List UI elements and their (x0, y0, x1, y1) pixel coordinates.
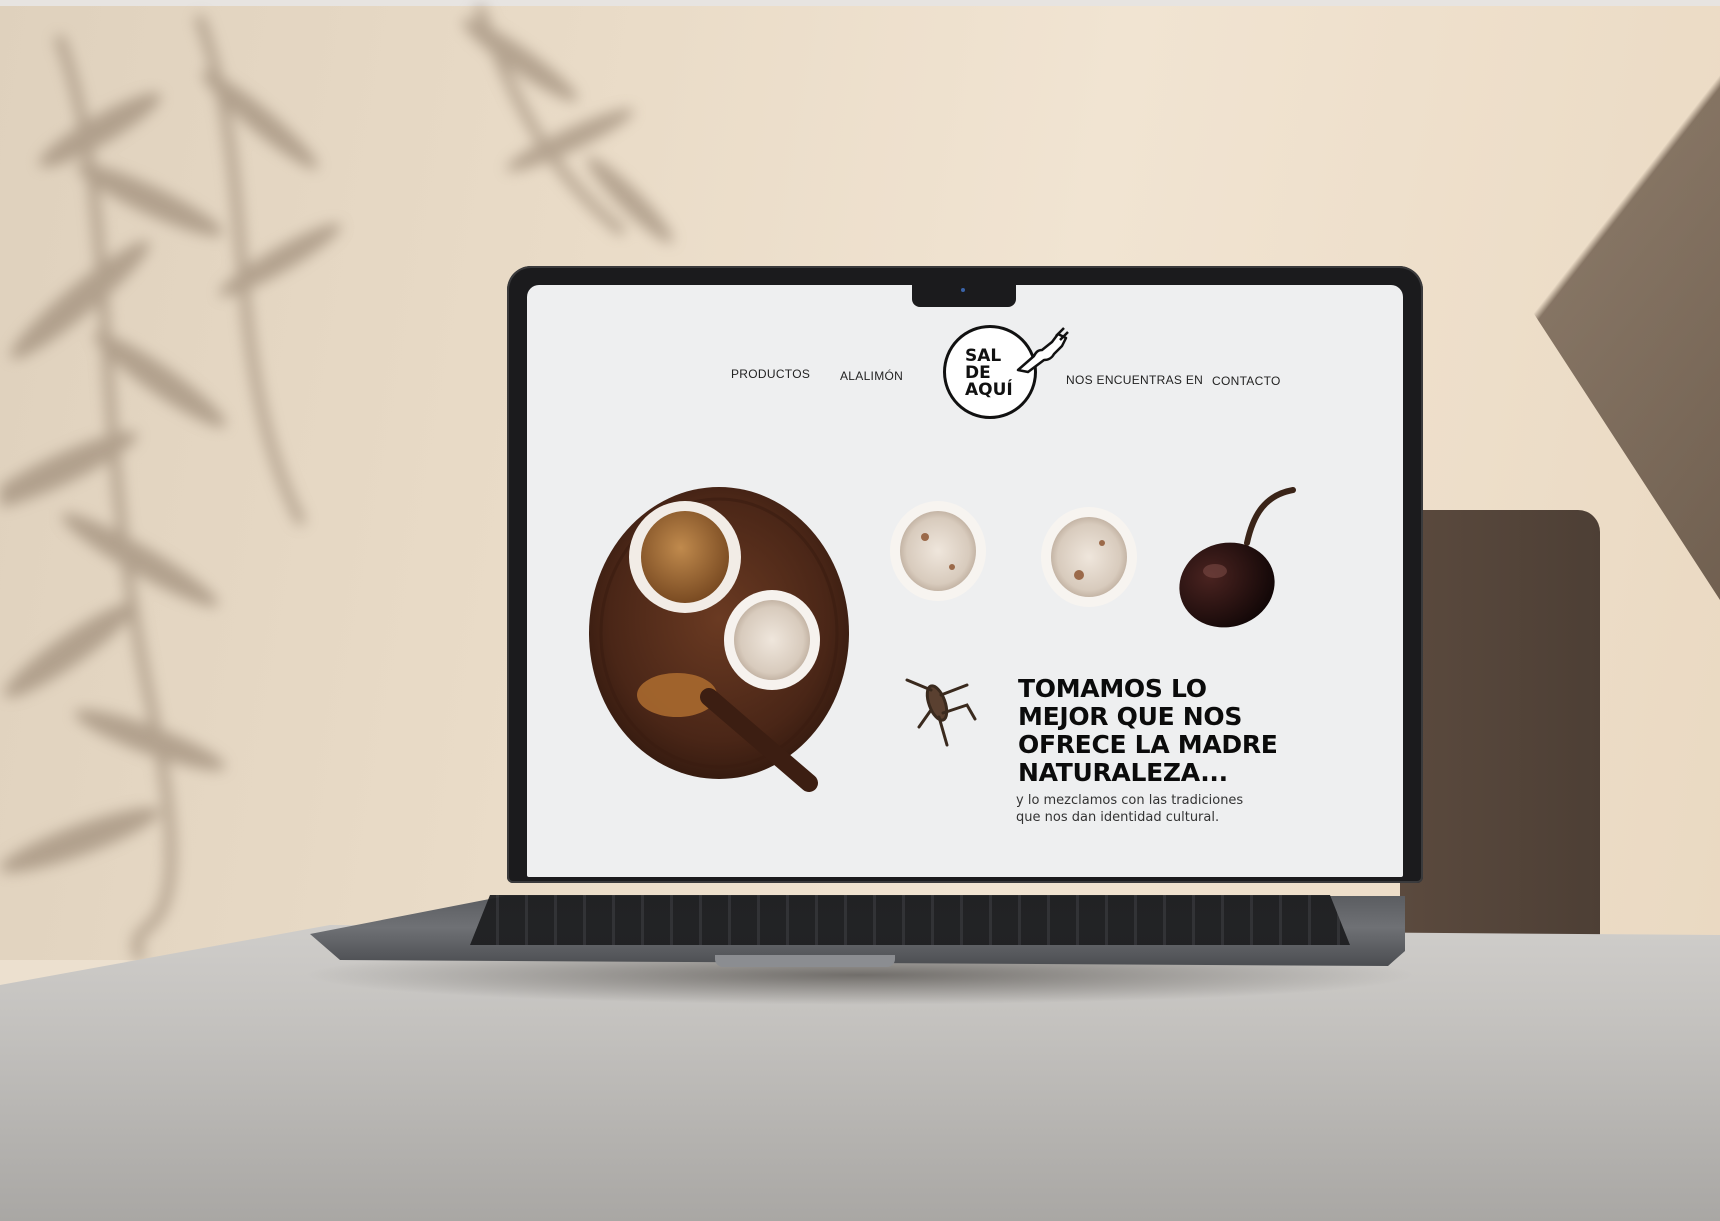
webcam (961, 288, 965, 292)
chile-pepper (1179, 542, 1275, 628)
nav-nos-encuentras-en[interactable]: NOS ENCUENTRAS EN (1066, 373, 1203, 387)
nav-alalimon[interactable]: ALALIMÓN (840, 369, 903, 383)
hero-subheadline: y lo mezclamos con las tradiciones que n… (1016, 793, 1244, 825)
keyboard (470, 895, 1350, 945)
grasshopper (905, 678, 977, 747)
nav-productos[interactable]: PRODUCTOS (731, 367, 810, 381)
nav-contacto[interactable]: CONTACTO (1212, 374, 1281, 388)
hero-headline: TOMAMOS LO MEJOR QUE NOS OFRECE LA MADRE… (1018, 674, 1278, 787)
hand-pointing-icon (1016, 327, 1069, 374)
laptop-opening-lip (715, 955, 895, 967)
logo-text: SAL DE AQUÍ (965, 346, 1013, 400)
background-panel (1400, 510, 1600, 940)
